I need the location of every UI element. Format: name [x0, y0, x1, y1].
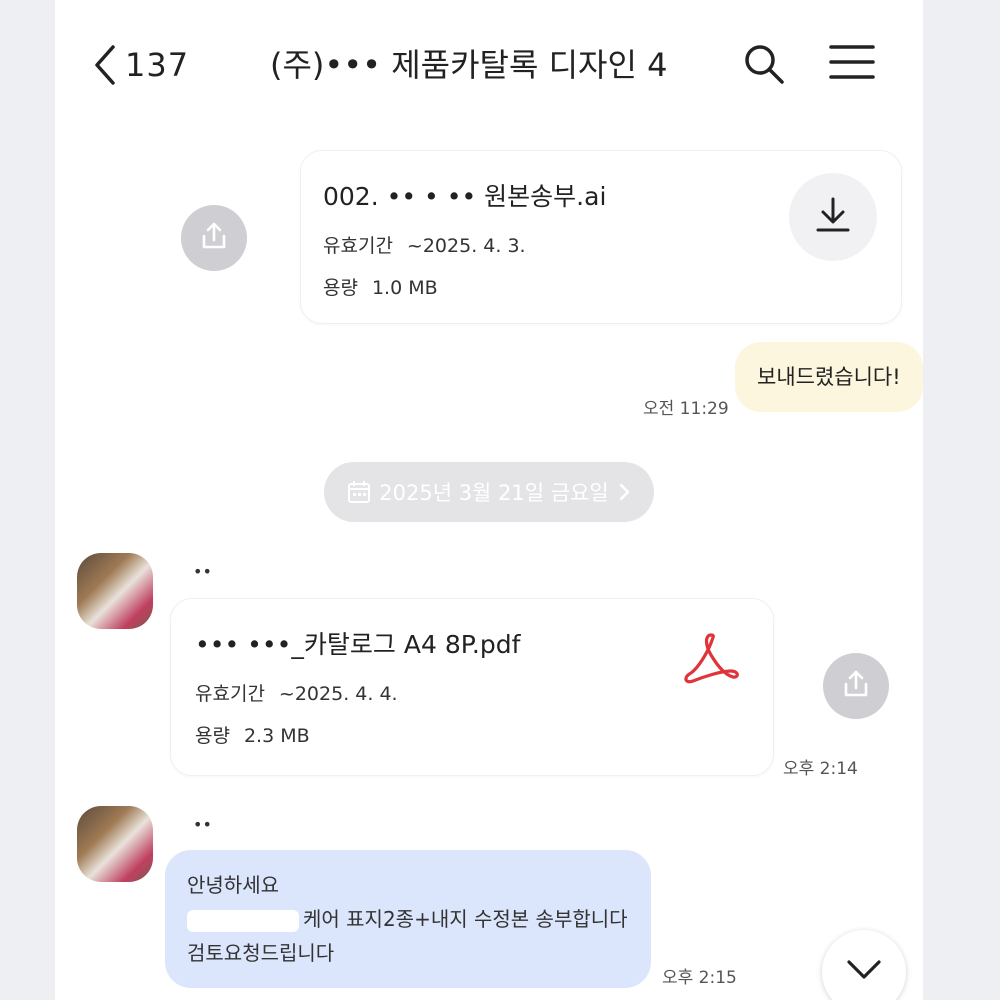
date-label: 2025년 3월 21일 금요일 — [379, 481, 609, 505]
file-name: 002. •• • •• 원본송부.ai — [323, 182, 607, 211]
unread-count: 137 — [125, 46, 190, 84]
message-line: 케어 표지2종+내지 수정본 송부합니다 — [187, 902, 629, 936]
sender-name: •• — [193, 815, 212, 834]
size-label: 용량 — [195, 725, 230, 747]
file-message-card[interactable]: 002. •• • •• 원본송부.ai 유효기간 ~2025. 4. 3. 용량… — [300, 150, 902, 324]
message-line: 검토요청드립니다 — [187, 941, 335, 965]
chat-screen: 137 (주)••• 제품카탈록 디자인 4 002. •• • •• 원본송부… — [55, 0, 923, 1000]
calendar-icon — [347, 480, 371, 504]
share-icon — [198, 220, 230, 256]
hamburger-menu-icon — [829, 42, 875, 86]
message-line: 안녕하세요 — [187, 873, 279, 897]
message-time: 오전 11:29 — [643, 399, 729, 419]
size-value: 2.3 MB — [243, 725, 310, 747]
message-time: 오후 2:15 — [662, 968, 737, 988]
date-divider[interactable]: 2025년 3월 21일 금요일 — [324, 462, 654, 522]
size-label: 용량 — [323, 277, 358, 299]
file-size: 용량 1.0 MB — [323, 273, 438, 300]
message-line-text: 케어 표지2종+내지 수정본 송부합니다 — [303, 907, 628, 931]
chat-title: (주)••• 제품카탈록 디자인 4 — [270, 46, 668, 84]
chevron-down-icon — [846, 959, 882, 985]
file-expiry: 유효기간 ~2025. 4. 4. — [195, 679, 398, 706]
size-value: 1.0 MB — [371, 277, 438, 299]
share-icon — [840, 668, 872, 704]
download-icon — [813, 195, 853, 239]
expiry-label: 유효기간 — [195, 683, 265, 705]
avatar[interactable] — [77, 553, 153, 629]
scroll-to-bottom-button[interactable] — [822, 930, 906, 1000]
file-message-card[interactable]: ••• •••_카탈로그 A4 8P.pdf 유효기간 ~2025. 4. 4. … — [170, 598, 774, 776]
file-name: ••• •••_카탈로그 A4 8P.pdf — [195, 630, 521, 659]
expiry-value: ~2025. 4. 3. — [406, 235, 526, 257]
file-size: 용량 2.3 MB — [195, 721, 310, 748]
menu-button[interactable] — [826, 38, 878, 90]
message-time: 오후 2:14 — [783, 759, 858, 779]
my-message-bubble[interactable]: 보내드렸습니다! — [735, 342, 923, 412]
chevron-left-icon — [93, 45, 117, 85]
chevron-right-icon — [619, 483, 631, 501]
share-button[interactable] — [823, 653, 889, 719]
file-expiry: 유효기간 ~2025. 4. 3. — [323, 231, 526, 258]
search-icon — [742, 42, 786, 90]
back-button[interactable]: 137 — [93, 42, 203, 88]
share-button[interactable] — [181, 205, 247, 271]
avatar[interactable] — [77, 806, 153, 882]
redacted-text — [187, 909, 299, 932]
expiry-value: ~2025. 4. 4. — [278, 683, 398, 705]
sender-name: •• — [193, 562, 212, 581]
other-message-bubble[interactable]: 안녕하세요 케어 표지2종+내지 수정본 송부합니다 검토요청드립니다 — [165, 850, 651, 988]
expiry-label: 유효기간 — [323, 235, 393, 257]
download-button[interactable] — [789, 173, 877, 261]
pdf-icon — [681, 629, 741, 689]
search-button[interactable] — [738, 40, 790, 92]
